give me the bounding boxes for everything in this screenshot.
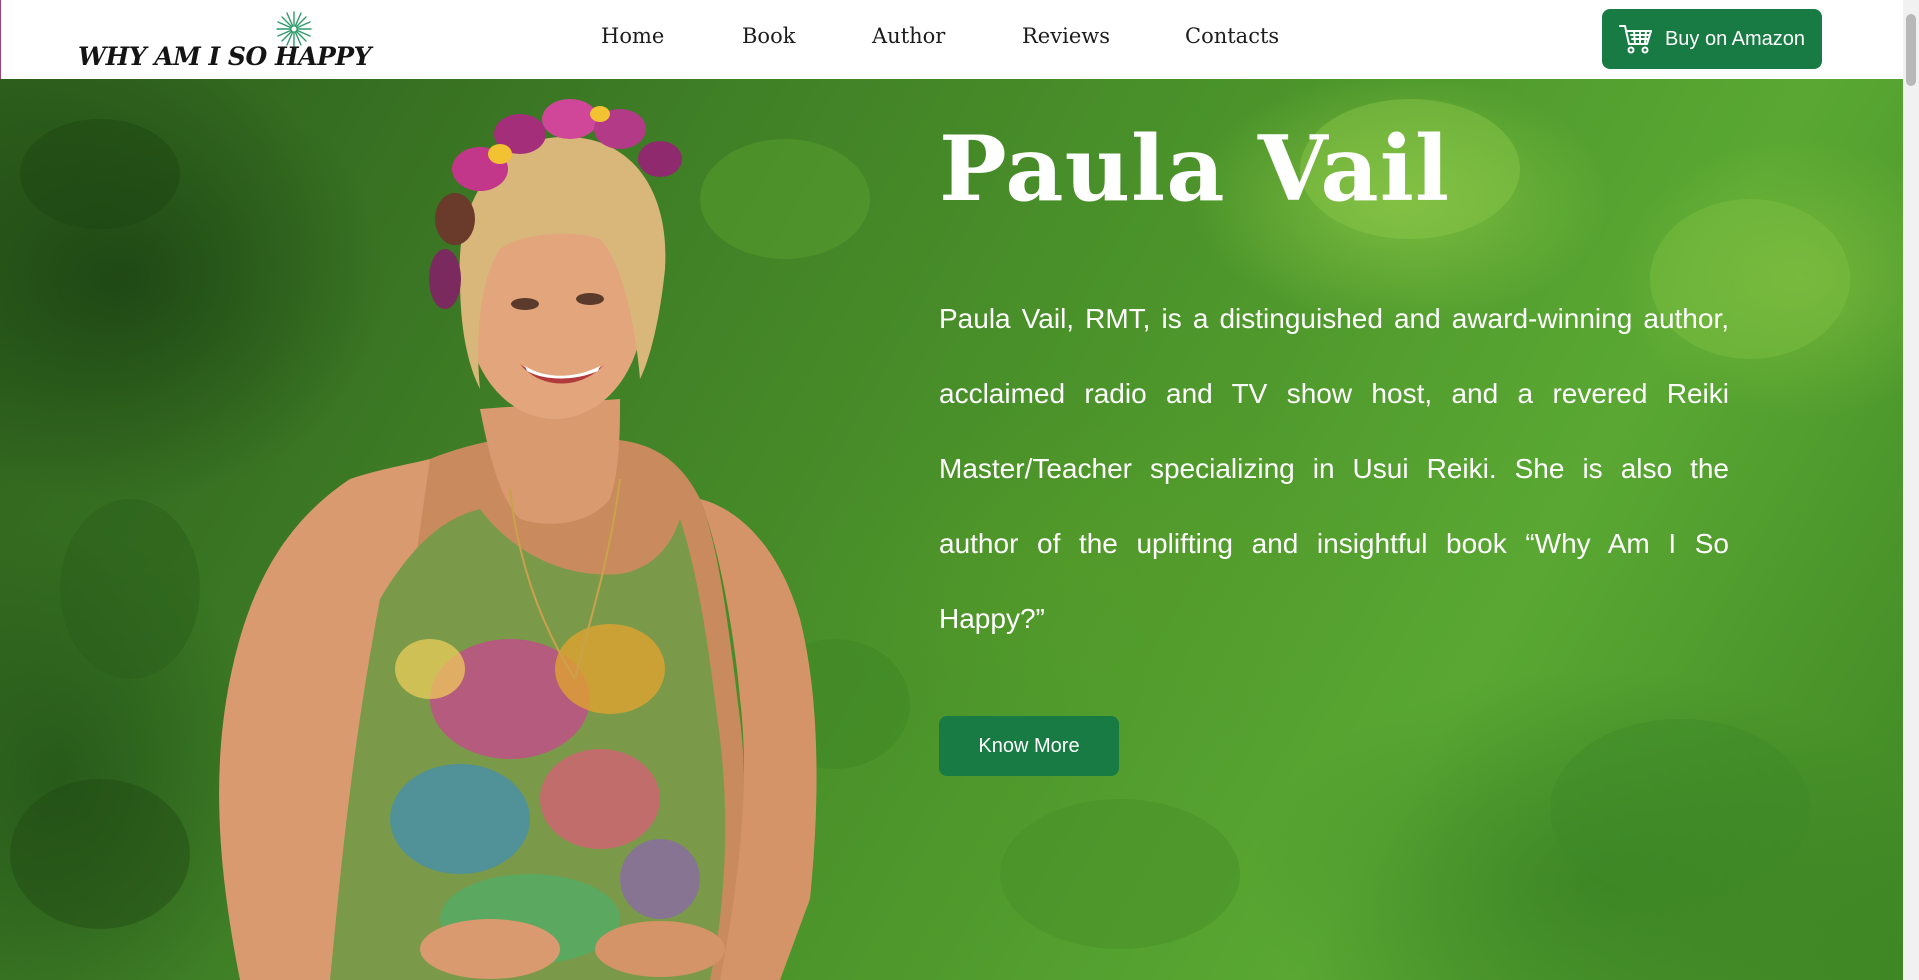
hero-section: Paula Vail Paula Vail, RMT, is a disting… — [0, 79, 1903, 980]
vertical-scrollbar[interactable] — [1903, 0, 1919, 980]
foliage-shape — [60, 499, 200, 679]
site-header: WHY AM I SO HAPPY Home Book Author Revie… — [0, 0, 1903, 79]
hero-title: Paula Vail — [939, 116, 1451, 222]
nav-home[interactable]: Home — [601, 24, 664, 48]
shopping-cart-icon — [1618, 25, 1652, 54]
foliage-shape — [10, 779, 190, 929]
page: WHY AM I SO HAPPY Home Book Author Revie… — [0, 0, 1919, 980]
know-more-button[interactable]: Know More — [939, 716, 1119, 776]
nav-author[interactable]: Author — [872, 24, 945, 48]
foliage-shape — [1000, 799, 1240, 949]
hero-description: Paula Vail, RMT, is a distinguished and … — [939, 303, 1729, 634]
author-portrait — [219, 99, 817, 980]
buy-on-amazon-label: Buy on Amazon — [1664, 27, 1806, 50]
nav-book[interactable]: Book — [742, 24, 795, 48]
buy-on-amazon-button[interactable]: Buy on Amazon — [1602, 9, 1822, 69]
scrollbar-thumb[interactable] — [1906, 14, 1916, 86]
nav-reviews[interactable]: Reviews — [1022, 24, 1110, 48]
foliage-shape — [20, 119, 180, 229]
hero-content: Paula Vail Paula Vail, RMT, is a disting… — [939, 119, 1729, 776]
nav-contacts[interactable]: Contacts — [1185, 24, 1279, 48]
